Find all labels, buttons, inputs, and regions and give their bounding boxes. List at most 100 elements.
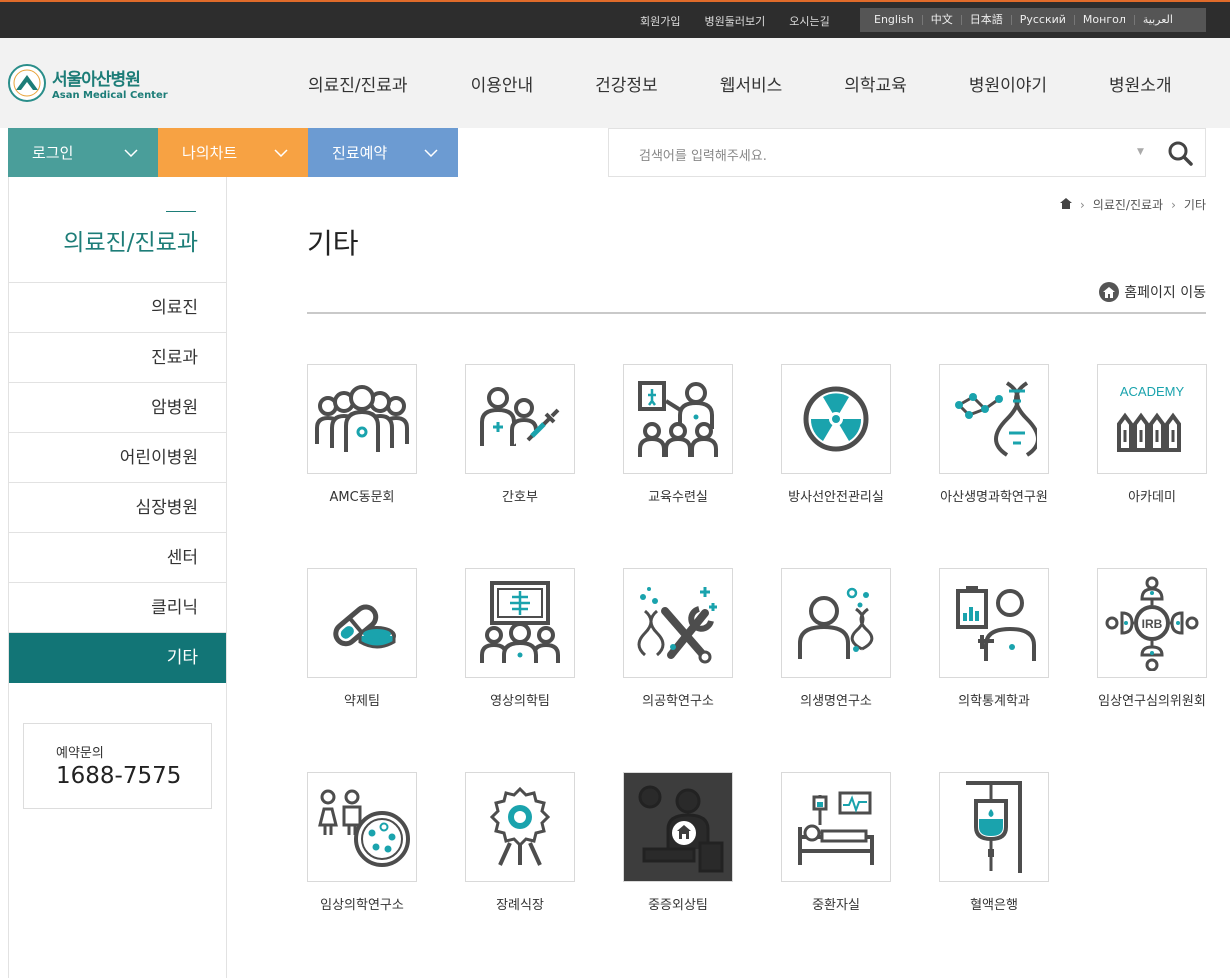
quick-menu: 로그인 나의차트 진료예약 — [8, 128, 458, 177]
left-nav-item-cancer[interactable]: 암병원 — [9, 383, 226, 433]
academy-badge-text: ACADEMY — [1120, 384, 1185, 399]
lang-english[interactable]: English — [866, 14, 923, 25]
statistics-icon — [939, 568, 1049, 678]
tile-funeral-hall[interactable]: 장례식장 — [465, 772, 575, 916]
lang-chinese[interactable]: 中文 — [923, 14, 962, 25]
search-box: 검색어를 입력해주세요. ▼ — [608, 128, 1206, 177]
dna-research-icon — [939, 364, 1049, 474]
hospital-tour-link[interactable]: 병원둘러보기 — [704, 13, 765, 29]
biomedical-icon — [781, 568, 891, 678]
site-header: 서울아산병원 Asan Medical Center 의료진/진료과 이용안내 … — [0, 38, 1230, 128]
tile-label: 교육수련실 — [648, 490, 708, 505]
logo-emblem-icon — [8, 64, 46, 102]
title-accent-line — [166, 211, 196, 212]
language-selector: English 中文 日本語 Русский Монгол العربية — [860, 8, 1206, 32]
tile-radiation-safety[interactable]: 방사선안전관리실 — [781, 364, 891, 508]
gnb-item-health-info[interactable]: 건강정보 — [595, 71, 658, 96]
tile-biomedical-institute[interactable]: 의생명연구소 — [781, 568, 891, 712]
tile-trauma-team[interactable]: 중증외상팀 — [623, 772, 733, 916]
page-title: 기타 — [307, 227, 359, 260]
gnb-item-web-service[interactable]: 웹서비스 — [720, 71, 783, 96]
join-link[interactable]: 회원가입 — [640, 13, 680, 29]
my-chart-button[interactable]: 나의차트 — [158, 128, 308, 177]
left-nav-item-etc[interactable]: 기타 — [9, 633, 226, 683]
gnb-item-guide[interactable]: 이용안내 — [471, 71, 534, 96]
tile-biostatistics[interactable]: 의학통계학과 — [939, 568, 1049, 712]
lang-mongolian[interactable]: Монгол — [1075, 14, 1135, 25]
funeral-wreath-icon — [465, 772, 575, 882]
clinical-research-icon — [307, 772, 417, 882]
tile-label: 임상의학연구소 — [320, 898, 404, 913]
gnb-item-doctors[interactable]: 의료진/진료과 — [308, 71, 408, 96]
tile-label: 의학통계학과 — [958, 694, 1030, 709]
left-nav-item-departments[interactable]: 진료과 — [9, 333, 226, 383]
global-nav: 의료진/진료과 이용안내 건강정보 웹서비스 의학교육 병원이야기 병원소개 — [308, 71, 1172, 96]
login-button[interactable]: 로그인 — [8, 128, 158, 177]
left-nav-item-clinic[interactable]: 클리닉 — [9, 583, 226, 633]
tile-label: 장례식장 — [496, 898, 544, 913]
gnb-item-stories[interactable]: 병원이야기 — [969, 71, 1047, 96]
left-nav: 의료진/진료과 의료진 진료과 암병원 어린이병원 심장병원 센터 클리닉 기타… — [8, 177, 227, 978]
homepage-link[interactable]: 홈페이지 이동 — [1099, 282, 1206, 302]
lang-japanese[interactable]: 日本語 — [962, 14, 1012, 25]
tile-education[interactable]: 교육수련실 — [623, 364, 733, 508]
left-nav-item-heart[interactable]: 심장병원 — [9, 483, 226, 533]
trauma-icon — [623, 772, 733, 882]
gnb-item-education[interactable]: 의학교육 — [844, 71, 907, 96]
directions-link[interactable]: 오시는길 — [789, 13, 829, 29]
lang-russian[interactable]: Русский — [1012, 14, 1075, 25]
tile-icu[interactable]: 중환자실 — [781, 772, 891, 916]
tile-amc-alumni[interactable]: AMC동문회 — [307, 364, 417, 508]
xray-icon — [465, 568, 575, 678]
tile-irb[interactable]: IRB 임상연구심의위원회 — [1097, 568, 1207, 712]
radiation-icon — [781, 364, 891, 474]
tile-clinical-research[interactable]: 임상의학연구소 — [307, 772, 417, 916]
chevron-down-icon — [124, 146, 138, 160]
gnb-item-about[interactable]: 병원소개 — [1109, 71, 1172, 96]
search-dropdown-icon[interactable]: ▼ — [1137, 147, 1144, 157]
login-label: 로그인 — [32, 144, 74, 162]
tile-label: 혈액은행 — [970, 898, 1018, 913]
chevron-right-icon: › — [1171, 197, 1176, 212]
icu-bed-icon — [781, 772, 891, 882]
chevron-down-icon — [274, 146, 288, 160]
chevron-down-icon — [424, 146, 438, 160]
search-icon[interactable] — [1167, 140, 1193, 170]
tile-biomedical-engineering[interactable]: 의공학연구소 — [623, 568, 733, 712]
tile-label: 의생명연구소 — [800, 694, 872, 709]
left-nav-item-children[interactable]: 어린이병원 — [9, 433, 226, 483]
logo[interactable]: 서울아산병원 Asan Medical Center — [8, 64, 168, 102]
tile-label: 영상의학팀 — [490, 694, 550, 709]
tile-label: 임상연구심의위원회 — [1098, 694, 1206, 709]
tile-label: 방사선안전관리실 — [788, 490, 884, 505]
lang-arabic[interactable]: العربية — [1135, 14, 1181, 25]
pill-icon — [307, 568, 417, 678]
home-icon[interactable] — [1059, 197, 1072, 212]
left-nav-item-doctors[interactable]: 의료진 — [9, 283, 226, 333]
reservation-button[interactable]: 진료예약 — [308, 128, 458, 177]
tile-radiology[interactable]: 영상의학팀 — [465, 568, 575, 712]
tile-life-science-institute[interactable]: 아산생명과학연구원 — [939, 364, 1049, 508]
tile-pharmacy[interactable]: 약제팀 — [307, 568, 417, 712]
contact-label: 예약문의 — [56, 746, 104, 761]
breadcrumb-current: 기타 — [1183, 198, 1206, 212]
irb-icon: IRB — [1097, 568, 1207, 678]
nurse-icon — [465, 364, 575, 474]
breadcrumb: › 의료진/진료과 › 기타 — [1059, 196, 1206, 213]
tile-blood-bank[interactable]: 혈액은행 — [939, 772, 1049, 916]
search-input[interactable]: 검색어를 입력해주세요. — [639, 145, 767, 164]
contact-number: 1688-7575 — [56, 763, 182, 789]
chevron-right-icon: › — [1079, 197, 1085, 212]
home-circle-icon — [1099, 282, 1120, 302]
alumni-group-icon — [307, 364, 417, 474]
tile-nursing[interactable]: 간호부 — [465, 364, 575, 508]
reservation-contact: 예약문의 1688-7575 — [23, 723, 212, 809]
tile-academy[interactable]: ACADEMY 아카데미 — [1097, 364, 1207, 508]
tile-label: AMC동문회 — [329, 490, 395, 505]
reservation-label: 진료예약 — [332, 144, 388, 162]
blood-bag-icon — [939, 772, 1049, 882]
tile-label: 간호부 — [502, 490, 538, 505]
education-icon — [623, 364, 733, 474]
left-nav-item-center[interactable]: 센터 — [9, 533, 226, 583]
breadcrumb-item[interactable]: 의료진/진료과 — [1093, 196, 1163, 213]
